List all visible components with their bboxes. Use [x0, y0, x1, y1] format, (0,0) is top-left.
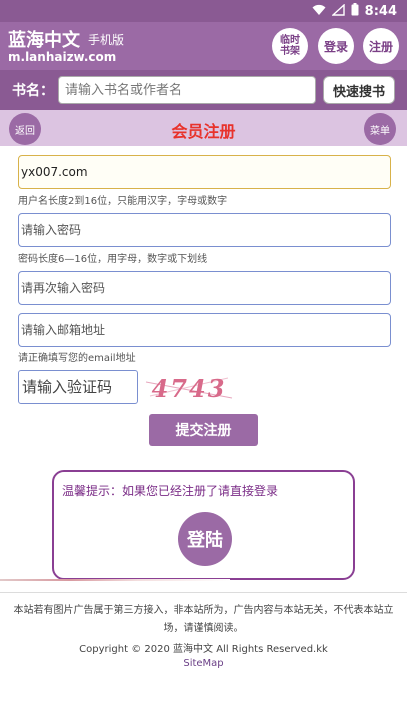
captcha-code: 4743: [152, 374, 227, 403]
bookshelf-label-line2: 书架: [280, 46, 300, 57]
menu-button[interactable]: 菜单: [364, 113, 396, 145]
site-subtitle: 手机版: [88, 33, 125, 47]
copyright: Copyright © 2020 蓝海中文 All Rights Reserve…: [79, 644, 328, 655]
search-bar: 书名： 快速搜书: [0, 70, 407, 110]
captcha-input[interactable]: [18, 370, 138, 404]
sitemap-link[interactable]: SiteMap: [0, 658, 407, 669]
login-button[interactable]: 登录: [318, 28, 354, 64]
bookshelf-label: 临时 书架: [280, 35, 300, 57]
status-bar: 8:44: [0, 0, 407, 22]
register-button[interactable]: 注册: [363, 28, 399, 64]
battery-icon: [351, 3, 359, 20]
go-login-button[interactable]: 登陆: [178, 512, 232, 566]
username-hint: 用户名长度2到16位，只能用汉字，字母或数字: [18, 196, 228, 207]
status-time: 8:44: [364, 4, 397, 19]
login-tip-box: 温馨提示：如果您已经注册了请直接登录 登陆: [52, 470, 355, 580]
page-titlebar: 返回 会员注册 菜单: [0, 110, 407, 146]
search-label: 书名：: [12, 83, 54, 99]
email-hint: 请正确填写您的email地址: [18, 353, 136, 364]
submit-register-button[interactable]: 提交注册: [149, 414, 258, 446]
footer-notice: 本站若有图片广告属于第三方接入，非本站所为，广告内容与本站无关，不代表本站立场，…: [13, 605, 394, 634]
password-hint: 密码长度6—16位，用字母，数字或下划线: [18, 254, 208, 265]
username-field[interactable]: [18, 155, 391, 189]
site-name[interactable]: 蓝海中文: [8, 26, 80, 52]
quick-search-button[interactable]: 快速搜书: [323, 76, 395, 104]
tip-text: 温馨提示：如果您已经注册了请直接登录: [62, 484, 279, 498]
captcha-image[interactable]: 4743: [142, 372, 236, 404]
search-input[interactable]: [58, 76, 316, 104]
temp-bookshelf-button[interactable]: 临时 书架: [272, 28, 308, 64]
email-field[interactable]: [18, 313, 391, 347]
site-header: 蓝海中文 手机版 m.lanhaizw.com 临时 书架 登录 注册: [0, 22, 407, 70]
password-field[interactable]: [18, 213, 391, 247]
page-title: 会员注册: [171, 122, 236, 141]
footer-divider: [0, 592, 407, 593]
site-domain: m.lanhaizw.com: [8, 50, 117, 64]
confirm-password-field[interactable]: [18, 271, 391, 305]
decorative-line: [0, 579, 230, 581]
wifi-icon: [312, 4, 326, 20]
bookshelf-label-line1: 临时: [280, 35, 300, 46]
status-icons: 8:44: [312, 2, 397, 20]
signal-icon: [330, 2, 345, 20]
